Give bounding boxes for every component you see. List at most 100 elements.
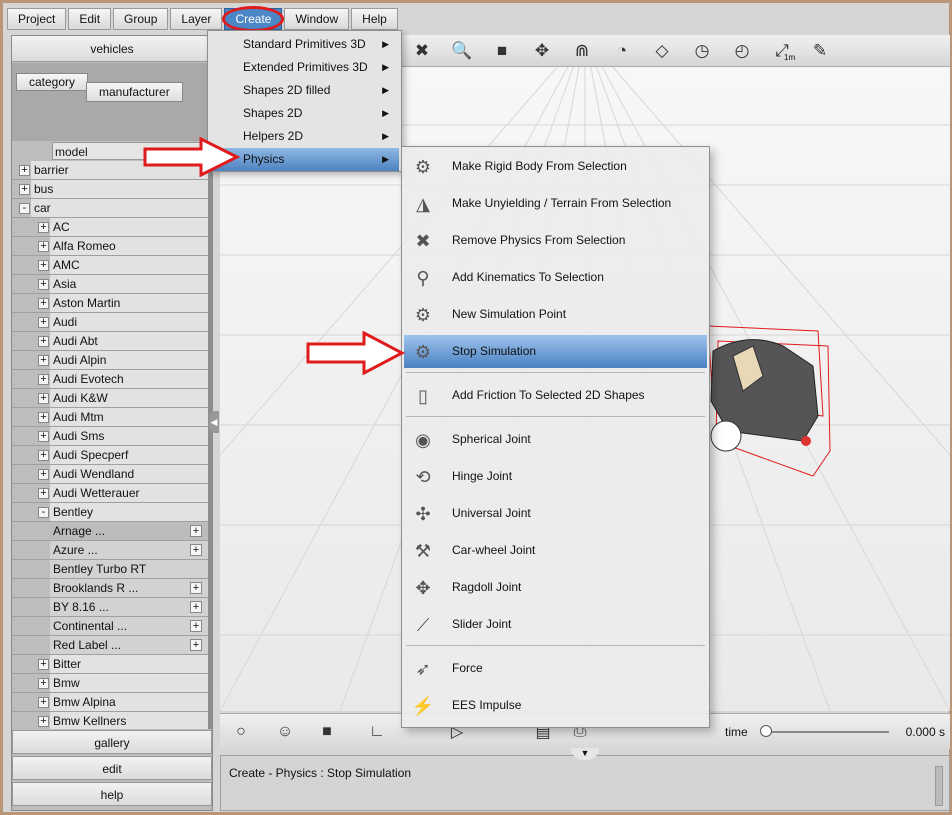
physics-menu-item-car-wheel-joint[interactable]: ⚒ Car-wheel Joint: [404, 534, 707, 567]
physics-menu-item-spherical-joint[interactable]: ◉ Spherical Joint: [404, 423, 707, 456]
physics-menu-item-stop-simulation[interactable]: ⚙ Stop Simulation: [404, 335, 707, 368]
expand-icon[interactable]: +: [38, 678, 49, 689]
material-tool-icon[interactable]: ■: [312, 719, 342, 745]
plane-tool-icon[interactable]: ◇: [644, 38, 680, 64]
physics-menu-item-ees-impulse[interactable]: ⚡ EES Impulse: [404, 689, 707, 722]
physics-menu-item-remove-physics-from-selection[interactable]: ✖ Remove Physics From Selection: [404, 224, 707, 257]
menu-layer[interactable]: Layer: [170, 8, 223, 30]
create-menu-item-shapes-2d-filled[interactable]: Shapes 2D filled ▶: [210, 79, 399, 102]
tree-row[interactable]: + Audi Mtm: [12, 408, 208, 427]
tree-row[interactable]: + bus: [12, 180, 208, 199]
tree-row[interactable]: Red Label ... +: [12, 636, 208, 655]
physics-menu-item-hinge-joint[interactable]: ⟲ Hinge Joint: [404, 460, 707, 493]
tree-row[interactable]: + Aston Martin: [12, 294, 208, 313]
menu-edit[interactable]: Edit: [68, 8, 112, 30]
expand-icon[interactable]: +: [19, 184, 30, 195]
tree-row[interactable]: + AMC: [12, 256, 208, 275]
magnet-tool-icon[interactable]: ⋒: [564, 38, 600, 64]
expand-icon[interactable]: +: [38, 431, 49, 442]
tree-row[interactable]: + Bmw: [12, 674, 208, 693]
tree-row[interactable]: + Bitter: [12, 655, 208, 674]
create-menu-item-standard-primitives-3d[interactable]: Standard Primitives 3D ▶: [210, 33, 399, 56]
add-to-scene-icon[interactable]: +: [190, 639, 202, 651]
pin-tool-icon[interactable]: ✖: [404, 38, 440, 64]
tree-scrollbar[interactable]: [208, 161, 213, 729]
tree-row[interactable]: - car: [12, 199, 208, 218]
menu-create[interactable]: Create: [222, 6, 285, 32]
tree-row[interactable]: BY 8.16 ... +: [12, 598, 208, 617]
edit-button[interactable]: edit: [12, 756, 212, 780]
tree-row[interactable]: + Audi Wetterauer: [12, 484, 208, 503]
physics-menu-item-new-simulation-point[interactable]: ⚙ New Simulation Point: [404, 298, 707, 331]
help-button[interactable]: help: [12, 782, 212, 806]
tree-row[interactable]: Continental ... +: [12, 617, 208, 636]
expand-icon[interactable]: +: [38, 374, 49, 385]
head-tool-icon[interactable]: ☺: [270, 719, 300, 745]
tree-row[interactable]: + Audi K&W: [12, 389, 208, 408]
menu-group[interactable]: Group: [113, 8, 169, 30]
tree-row[interactable]: + Audi: [12, 313, 208, 332]
collapse-icon[interactable]: -: [19, 203, 30, 214]
physics-menu-item-slider-joint[interactable]: ⟋ Slider Joint: [404, 608, 707, 641]
clock-tool-icon[interactable]: ◴: [724, 38, 760, 64]
expand-icon[interactable]: +: [38, 241, 49, 252]
expand-icon[interactable]: +: [38, 659, 49, 670]
time-slider-knob[interactable]: [760, 725, 772, 737]
tree-row[interactable]: + Audi Wendland: [12, 465, 208, 484]
menu-project[interactable]: Project: [7, 8, 67, 30]
menu-window[interactable]: Window: [284, 8, 350, 30]
expand-icon[interactable]: +: [38, 298, 49, 309]
physics-menu-item-add-kinematics-to-selection[interactable]: ⚲ Add Kinematics To Selection: [404, 261, 707, 294]
tree-row[interactable]: - Bentley: [12, 503, 208, 522]
expand-icon[interactable]: +: [38, 393, 49, 404]
physics-menu-item-ragdoll-joint[interactable]: ✥ Ragdoll Joint: [404, 571, 707, 604]
add-to-scene-icon[interactable]: +: [190, 582, 202, 594]
add-to-scene-icon[interactable]: +: [190, 620, 202, 632]
manufacturer-tab[interactable]: manufacturer: [86, 82, 183, 102]
add-to-scene-icon[interactable]: +: [190, 525, 202, 537]
tree-row[interactable]: + Audi Specperf: [12, 446, 208, 465]
cube-tool-icon[interactable]: ■: [484, 38, 520, 64]
add-to-scene-icon[interactable]: +: [190, 601, 202, 613]
gauge-tool-icon[interactable]: ◷: [684, 38, 720, 64]
physics-menu-item-make-rigid-body-from-selection[interactable]: ⚙ Make Rigid Body From Selection: [404, 150, 707, 183]
gallery-button[interactable]: gallery: [12, 730, 212, 754]
tree-row[interactable]: Bentley Turbo RT: [12, 560, 208, 579]
tree-row[interactable]: + Bmw Kellners: [12, 712, 208, 729]
tree-row[interactable]: + AC: [12, 218, 208, 237]
expand-icon[interactable]: +: [38, 450, 49, 461]
create-menu-item-extended-primitives-3d[interactable]: Extended Primitives 3D ▶: [210, 56, 399, 79]
expand-icon[interactable]: +: [38, 317, 49, 328]
create-menu-item-shapes-2d[interactable]: Shapes 2D ▶: [210, 102, 399, 125]
circle-tool-icon[interactable]: ○: [226, 719, 256, 745]
tree-row[interactable]: + Asia: [12, 275, 208, 294]
physics-menu-item-force[interactable]: ➶ Force: [404, 652, 707, 685]
physics-menu-item-make-unyielding-terrain-from-selection[interactable]: ◮ Make Unyielding / Terrain From Selectio…: [404, 187, 707, 220]
car-model[interactable]: [708, 321, 833, 481]
physics-menu-item-add-friction-to-selected-2d-shapes[interactable]: ▯ Add Friction To Selected 2D Shapes: [404, 379, 707, 412]
tree-row[interactable]: + Alfa Romeo: [12, 237, 208, 256]
vehicles-button[interactable]: vehicles: [12, 36, 212, 62]
collapse-icon[interactable]: -: [38, 507, 49, 518]
tree-row[interactable]: + Audi Alpin: [12, 351, 208, 370]
expand-icon[interactable]: +: [38, 222, 49, 233]
tree-row[interactable]: + Audi Evotech: [12, 370, 208, 389]
expand-icon[interactable]: +: [38, 279, 49, 290]
expand-icon[interactable]: +: [38, 716, 49, 727]
physics-menu-item-universal-joint[interactable]: ✣ Universal Joint: [404, 497, 707, 530]
dial-tool-icon[interactable]: ◔: [604, 38, 640, 64]
tree-row[interactable]: + Audi Sms: [12, 427, 208, 446]
tree-row[interactable]: Brooklands R ... +: [12, 579, 208, 598]
move-tool-icon[interactable]: ✥: [524, 38, 560, 64]
tree-row[interactable]: Arnage ... +: [12, 522, 208, 541]
expand-icon[interactable]: +: [38, 355, 49, 366]
time-slider-track[interactable]: [761, 731, 889, 733]
expand-icon[interactable]: +: [38, 336, 49, 347]
menu-help[interactable]: Help: [351, 8, 398, 30]
expand-icon[interactable]: +: [38, 412, 49, 423]
pen-tool-icon[interactable]: ✎: [802, 38, 838, 64]
zoom-tool-icon[interactable]: 🔍: [444, 38, 480, 64]
add-to-scene-icon[interactable]: +: [190, 544, 202, 556]
expand-icon[interactable]: +: [19, 165, 30, 176]
expand-icon[interactable]: +: [38, 488, 49, 499]
